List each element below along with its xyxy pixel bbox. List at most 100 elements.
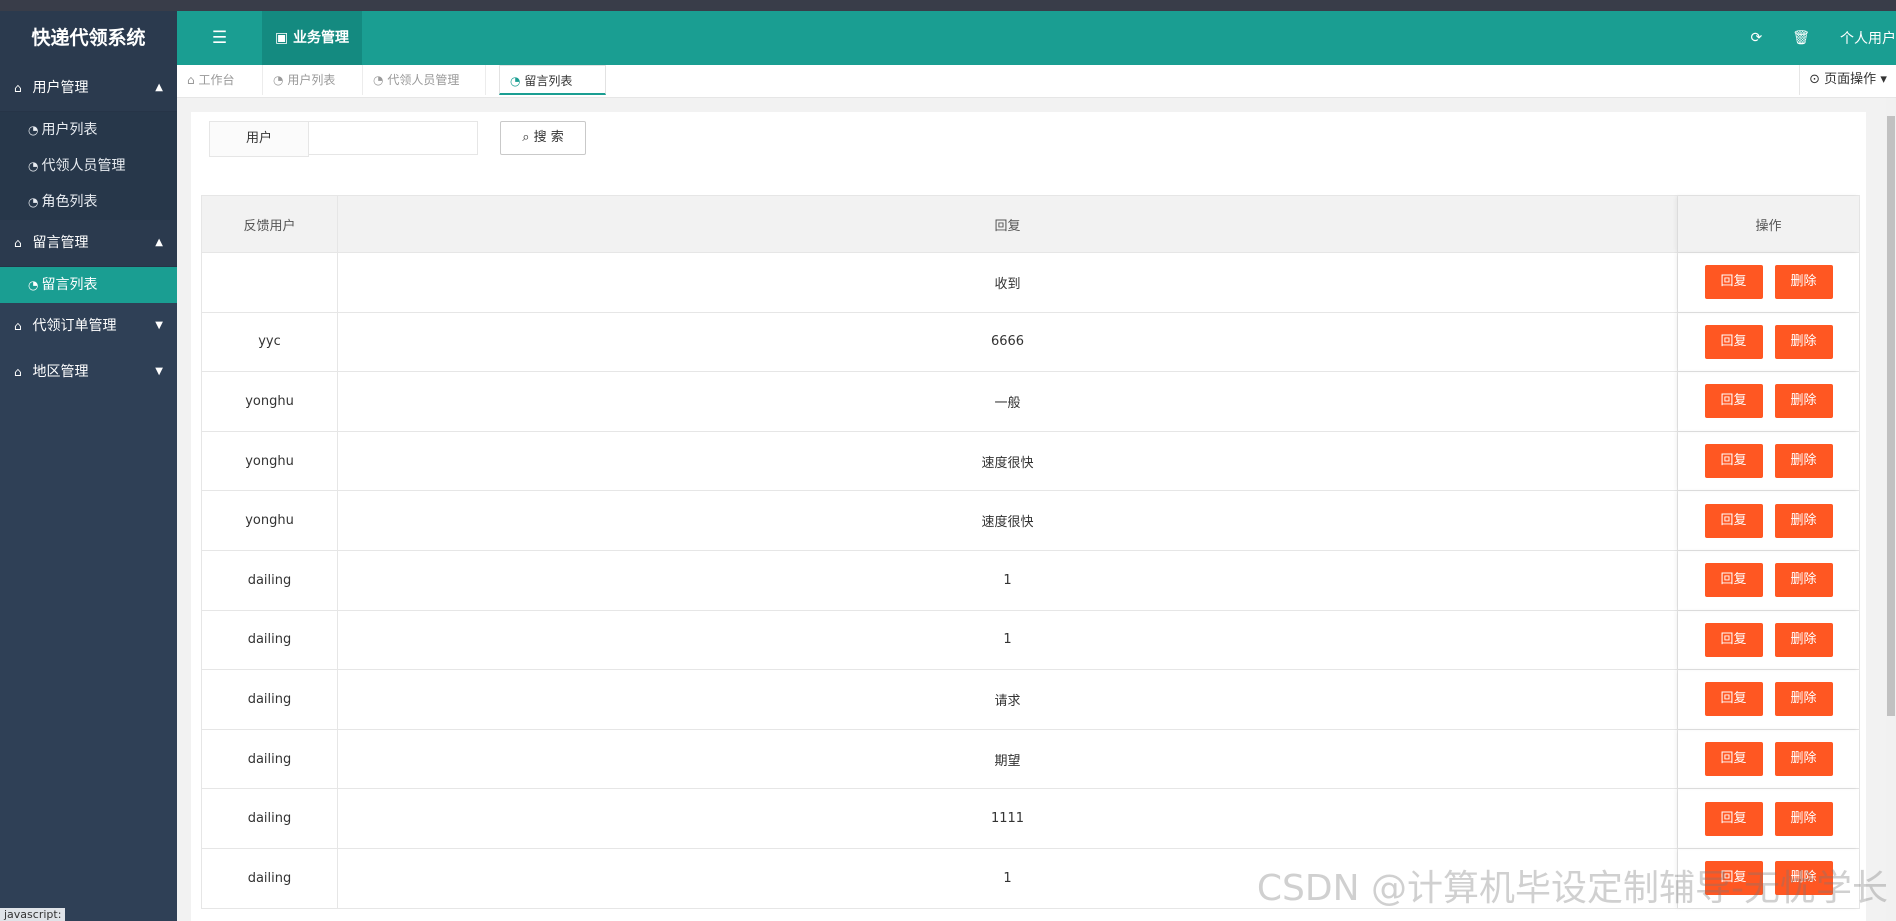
nav-group-label: 留言管理 bbox=[32, 235, 89, 251]
page-ops-label: 页面操作 bbox=[1824, 72, 1877, 87]
user-menu[interactable]: 个人用户 bbox=[1840, 28, 1896, 48]
caret-down-icon: ▼ bbox=[155, 320, 163, 331]
vertical-scrollbar[interactable] bbox=[1886, 98, 1896, 921]
cell-reply: 期望 bbox=[338, 729, 1678, 789]
delete-button[interactable]: 删除 bbox=[1774, 682, 1833, 717]
main-content: 用户 ⌕ 搜 索 反馈用户 回复 操作 收到 回复 删除 yyc 6666 回复 删除 yon… bbox=[177, 98, 1896, 921]
sidebar-item-user-list[interactable]: ◔ 用户列表 bbox=[0, 112, 177, 148]
cell-actions: 回复 删除 bbox=[1678, 670, 1859, 729]
table-row: dailing 1 回复 删除 bbox=[201, 550, 1860, 611]
business-management-button[interactable]: ▣ 业务管理 bbox=[262, 11, 362, 65]
top-header: ☰ ▣ 业务管理 ⟳ 🗑 个人用户 bbox=[177, 11, 1896, 65]
delete-button[interactable]: 删除 bbox=[1774, 622, 1833, 657]
tab-courier-management[interactable]: ◔ 代领人员管理 × bbox=[363, 65, 486, 117]
dashboard-icon: ◔ bbox=[28, 159, 39, 173]
cell-user: dailing bbox=[202, 670, 338, 729]
tab-label: 留言列表 bbox=[524, 74, 573, 88]
cell-actions: 回复 删除 bbox=[1678, 611, 1859, 670]
nav-group-order-management[interactable]: ⌂ 代领订单管理 ▼ bbox=[0, 303, 177, 349]
home-icon: ⌂ bbox=[14, 365, 22, 379]
table-row: yonghu 一般 回复 删除 bbox=[201, 372, 1860, 432]
reply-button[interactable]: 回复 bbox=[1704, 742, 1763, 777]
nav-group-user-management[interactable]: ⌂ 用户管理 ▲ bbox=[0, 65, 177, 112]
sidebar-item-message-list[interactable]: ◔ 留言列表 bbox=[0, 267, 177, 303]
sidebar: 快递代领系统 ⌂ 用户管理 ▲ ◔ 用户列表 ◔ 代领人员管理 ◔ 角色列表 ⌂ 留言… bbox=[0, 11, 177, 921]
table-row: dailing 1111 回复 删除 bbox=[201, 789, 1860, 849]
tab-bar: ⌂ 工作台 ◔ 用户列表 × ◔ 代领人员管理 × ◔ 留言列表 × ⊙ 页面操… bbox=[177, 65, 1896, 118]
table-row: yonghu 速度很快 回复 删除 bbox=[201, 491, 1860, 551]
search-button[interactable]: ⌕ 搜 索 bbox=[500, 121, 586, 155]
column-header-reply: 回复 bbox=[338, 196, 1678, 252]
cell-actions: 回复 删除 bbox=[1678, 491, 1859, 550]
dashboard-icon: ◔ bbox=[28, 123, 39, 137]
dashboard-icon: ◔ bbox=[373, 73, 384, 87]
reply-button[interactable]: 回复 bbox=[1704, 384, 1763, 419]
cell-actions: 回复 删除 bbox=[1678, 253, 1859, 312]
nav-group-region-management[interactable]: ⌂ 地区管理 ▼ bbox=[0, 349, 177, 395]
dashboard-icon: ◔ bbox=[28, 278, 39, 292]
reply-button[interactable]: 回复 bbox=[1704, 444, 1763, 479]
nav-group-label: 地区管理 bbox=[32, 364, 89, 380]
cell-user bbox=[202, 253, 338, 312]
sidebar-item-label: 留言列表 bbox=[41, 277, 98, 293]
search-input[interactable] bbox=[308, 121, 478, 155]
delete-button[interactable]: 删除 bbox=[1774, 742, 1833, 777]
list-icon: ☰ bbox=[211, 28, 228, 48]
delete-button[interactable]: 删除 bbox=[1774, 503, 1833, 538]
cell-actions: 回复 删除 bbox=[1678, 432, 1859, 491]
cell-user: dailing bbox=[202, 550, 338, 610]
cell-reply: 6666 bbox=[338, 312, 1678, 372]
table-body: 收到 回复 删除 yyc 6666 回复 删除 yonghu 一般 回复 删除 yonghu 速度很快回… bbox=[201, 253, 1860, 909]
sidebar-item-label: 角色列表 bbox=[41, 194, 98, 210]
tab-label: 用户列表 bbox=[287, 73, 336, 87]
table-row: 收到 回复 删除 bbox=[201, 253, 1860, 313]
delete-button[interactable]: 删除 bbox=[1774, 384, 1833, 419]
caret-up-icon: ▲ bbox=[155, 82, 163, 93]
cell-reply: 1111 bbox=[338, 789, 1678, 848]
delete-button[interactable]: 删除 bbox=[1774, 801, 1833, 836]
search-button-label: 搜 索 bbox=[533, 130, 564, 145]
search-icon: ⌕ bbox=[522, 130, 530, 145]
header-right-tools: ⟳ 🗑 个人用户 bbox=[1720, 11, 1896, 65]
trash-icon[interactable]: 🗑 bbox=[1792, 30, 1810, 46]
reply-button[interactable]: 回复 bbox=[1704, 801, 1763, 836]
home-icon: ⌂ bbox=[14, 236, 22, 250]
delete-button[interactable]: 删除 bbox=[1774, 444, 1833, 479]
cell-reply: 一般 bbox=[338, 372, 1678, 431]
nav-group-message-management[interactable]: ⌂ 留言管理 ▲ bbox=[0, 220, 177, 267]
dashboard-icon: ◔ bbox=[273, 73, 284, 87]
cell-user: yyc bbox=[202, 312, 338, 372]
home-icon: ⌂ bbox=[14, 81, 22, 95]
delete-button[interactable]: 删除 bbox=[1774, 563, 1833, 598]
menu-toggle-button[interactable]: ☰ bbox=[177, 11, 262, 65]
delete-button[interactable]: 删除 bbox=[1774, 324, 1833, 359]
reply-button[interactable]: 回复 bbox=[1704, 503, 1763, 538]
tab-label: 代领人员管理 bbox=[387, 73, 460, 87]
app-logo: 快递代领系统 bbox=[0, 11, 177, 65]
circle-dot-icon: ⊙ bbox=[1809, 72, 1821, 87]
reply-button[interactable]: 回复 bbox=[1704, 265, 1763, 300]
tab-message-list[interactable]: ◔ 留言列表 × bbox=[499, 65, 606, 118]
cell-user: dailing bbox=[202, 729, 338, 789]
sidebar-item-role-list[interactable]: ◔ 角色列表 bbox=[0, 184, 177, 220]
reply-button[interactable]: 回复 bbox=[1704, 563, 1763, 598]
tab-user-list[interactable]: ◔ 用户列表 × bbox=[263, 65, 363, 117]
refresh-icon[interactable]: ⟳ bbox=[1750, 30, 1762, 46]
reply-button[interactable]: 回复 bbox=[1704, 324, 1763, 359]
cell-reply: 1 bbox=[338, 550, 1678, 610]
table-row: dailing 请求 回复 删除 bbox=[201, 670, 1860, 730]
reply-button[interactable]: 回复 bbox=[1704, 682, 1763, 717]
cell-user: dailing bbox=[202, 610, 338, 670]
sidebar-item-courier-management[interactable]: ◔ 代领人员管理 bbox=[0, 148, 177, 184]
page-operations-dropdown[interactable]: ⊙ 页面操作 ▾ bbox=[1799, 65, 1896, 95]
delete-button[interactable]: 删除 bbox=[1774, 265, 1833, 300]
cell-reply: 速度很快 bbox=[338, 491, 1678, 550]
dashboard-icon: ◔ bbox=[28, 195, 39, 209]
tab-workbench[interactable]: ⌂ 工作台 bbox=[177, 65, 263, 95]
reply-button[interactable]: 回复 bbox=[1704, 622, 1763, 657]
table-header: 反馈用户 回复 操作 bbox=[201, 195, 1860, 253]
cell-reply: 请求 bbox=[338, 670, 1678, 729]
cell-user: yonghu bbox=[202, 491, 338, 550]
cell-actions: 回复 删除 bbox=[1678, 551, 1859, 610]
scrollbar-thumb[interactable] bbox=[1887, 116, 1895, 716]
